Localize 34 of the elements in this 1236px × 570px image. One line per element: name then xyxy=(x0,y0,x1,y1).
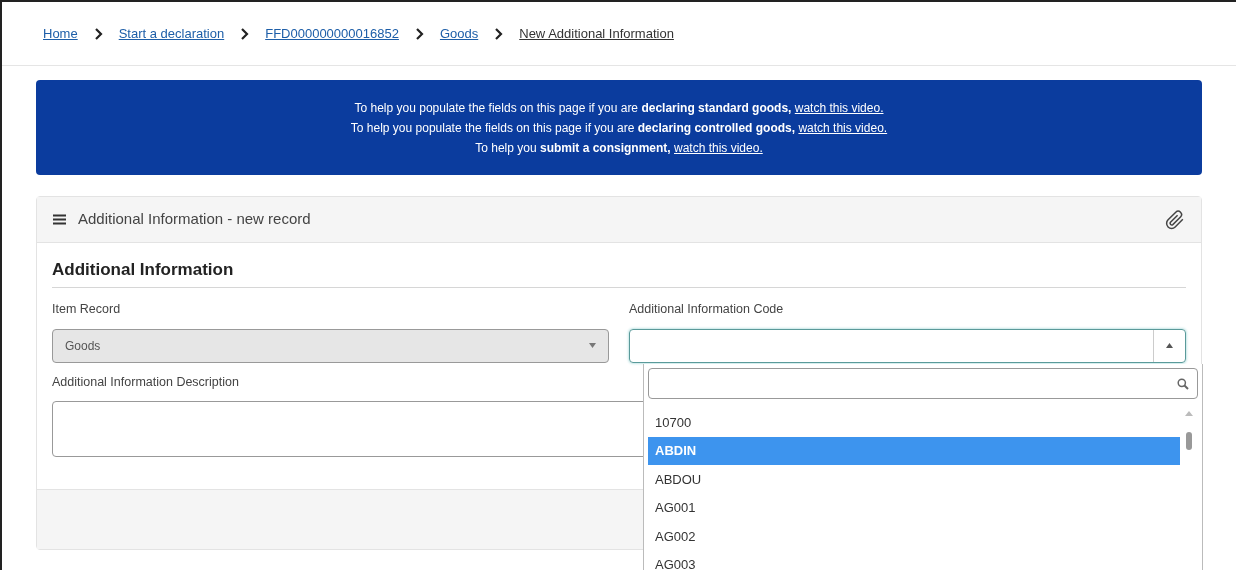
code-select[interactable] xyxy=(629,328,1186,363)
search-icon xyxy=(1177,377,1189,390)
search-field[interactable] xyxy=(648,368,1198,399)
help-text: To help you populate the fields on this page if you are declaring controlled goods, watch this video. xyxy=(350,119,888,137)
menu-icon xyxy=(53,214,66,225)
option-item[interactable]: AG001 xyxy=(648,493,1180,522)
caret-up-icon xyxy=(1166,343,1173,348)
panel-title: Additional Information - new record xyxy=(78,209,311,230)
breadcrumb-link[interactable]: Home xyxy=(43,23,78,44)
chevron-right-icon xyxy=(240,27,250,40)
breadcrumb-link[interactable]: Start a declaration xyxy=(118,23,225,44)
option-item[interactable]: AG003 xyxy=(648,550,1180,570)
help-text: To help you submit a consignment, watch this video. xyxy=(475,139,763,157)
field-label: Additional Information Code xyxy=(629,300,785,318)
option-item[interactable]: ABDOU xyxy=(648,465,1180,494)
option-item[interactable]: AG002 xyxy=(648,522,1180,551)
breadcrumb-link[interactable]: FFD000000000016852 xyxy=(265,23,399,44)
scrollbar-thumb[interactable] xyxy=(1186,432,1192,450)
dropdown-arrow-icon xyxy=(589,343,596,348)
paperclip-icon[interactable] xyxy=(1165,209,1185,230)
section-heading: Additional Information xyxy=(52,257,1186,288)
video-link[interactable]: watch this video. xyxy=(798,120,888,135)
chevron-right-icon xyxy=(414,27,424,40)
field-label: Item Record xyxy=(52,300,122,318)
option-item[interactable]: 10700 xyxy=(648,408,1180,437)
breadcrumb-link[interactable]: Goods xyxy=(439,23,479,44)
video-link[interactable]: watch this video. xyxy=(794,100,884,115)
video-link[interactable]: watch this video. xyxy=(674,140,763,155)
breadcrumb-current[interactable]: New Additional Information xyxy=(519,23,674,44)
field-label: Additional Information Description xyxy=(52,373,239,391)
chevron-right-icon xyxy=(93,27,103,40)
scroll-up-icon[interactable] xyxy=(1185,411,1193,416)
help-text: To help you populate the fields on this page if you are declaring standard goods, watch this video. xyxy=(354,99,884,117)
chevron-right-icon xyxy=(494,27,504,40)
